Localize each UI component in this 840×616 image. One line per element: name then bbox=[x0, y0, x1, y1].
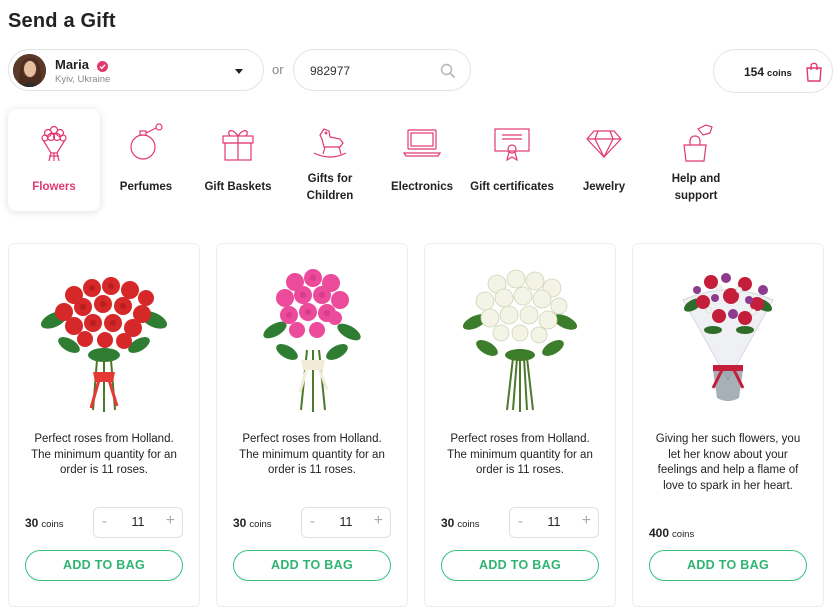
product-card: Perfect roses from Holland. The minimum … bbox=[424, 243, 616, 607]
coins-amount: 154 bbox=[744, 65, 765, 79]
help-bag-icon bbox=[683, 124, 713, 162]
category-label-line2: support bbox=[674, 190, 718, 202]
perfume-icon bbox=[130, 123, 163, 160]
recipient-select[interactable]: Maria Kyiv, Ukraine bbox=[8, 49, 264, 91]
product-description-line: feelings and help a flame of bbox=[657, 464, 799, 476]
page-title: Send a Gift bbox=[8, 10, 116, 32]
product-description-line: Perfect roses from Holland. bbox=[242, 433, 382, 445]
certificate-icon bbox=[494, 128, 530, 162]
category-label-line2: Children bbox=[306, 190, 354, 202]
product-description-line: Giving her such flowers, you bbox=[655, 433, 801, 445]
id-search-field[interactable] bbox=[293, 49, 471, 91]
category-electronics[interactable]: Electronics bbox=[376, 109, 468, 211]
category-label: Perfumes bbox=[119, 181, 173, 193]
category-label-line1: Gifts for bbox=[307, 173, 353, 185]
red-roses-bouquet-image bbox=[40, 277, 168, 412]
product-price: 30 coins bbox=[233, 516, 272, 530]
category-label: Gift certificates bbox=[470, 181, 554, 193]
increment-button[interactable]: + bbox=[582, 512, 591, 530]
quantity-stepper: - 11 + bbox=[509, 507, 599, 538]
category-label: Jewelry bbox=[582, 181, 626, 193]
product-card: Giving her such flowers, you let her kno… bbox=[632, 243, 824, 607]
or-separator: or bbox=[272, 62, 284, 77]
gift-box-icon bbox=[222, 130, 254, 161]
price-unit: coins bbox=[672, 529, 695, 540]
price-value: 30 bbox=[25, 516, 39, 530]
quantity-stepper: - 11 + bbox=[301, 507, 391, 538]
add-to-bag-button[interactable]: ADD TO BAG bbox=[25, 550, 183, 581]
product-description-line: The minimum quantity for an bbox=[239, 448, 385, 461]
product-description: Perfect roses from Holland. The minimum … bbox=[227, 432, 397, 479]
add-to-bag-button[interactable]: ADD TO BAG bbox=[649, 550, 807, 581]
chevron-down-icon[interactable] bbox=[235, 69, 243, 74]
product-description: Perfect roses from Holland. The minimum … bbox=[19, 432, 189, 479]
price-unit: coins bbox=[41, 519, 64, 530]
category-label: Flowers bbox=[32, 181, 76, 193]
coins-unit: coins bbox=[767, 68, 792, 79]
recipient-name: Maria bbox=[55, 57, 89, 72]
product-description-line: order is 11 roses. bbox=[476, 464, 564, 476]
verified-heart-icon bbox=[97, 59, 108, 72]
product-price: 30 coins bbox=[25, 516, 64, 530]
product-price: 400 coins bbox=[649, 526, 694, 540]
product-description-line: order is 11 roses. bbox=[268, 464, 356, 476]
product-description-line: Perfect roses from Holland. bbox=[450, 433, 590, 445]
category-help-and-support[interactable]: Help and support bbox=[650, 109, 742, 211]
add-to-bag-button[interactable]: ADD TO BAG bbox=[441, 550, 599, 581]
search-icon[interactable] bbox=[440, 63, 456, 79]
category-label: Gift Baskets bbox=[204, 181, 272, 193]
mixed-flowers-bouquet-image bbox=[682, 273, 774, 401]
product-description-line: The minimum quantity for an bbox=[447, 448, 593, 461]
add-to-bag-button[interactable]: ADD TO BAG bbox=[233, 550, 391, 581]
product-description-line: let her know about your bbox=[668, 448, 788, 461]
price-value: 400 bbox=[649, 526, 670, 540]
product-description: Giving her such flowers, you let her kno… bbox=[643, 432, 813, 494]
price-unit: coins bbox=[249, 519, 272, 530]
id-search-input[interactable] bbox=[310, 62, 430, 80]
product-description-line: Perfect roses from Holland. bbox=[34, 433, 174, 445]
increment-button[interactable]: + bbox=[166, 512, 175, 530]
avatar bbox=[13, 54, 46, 87]
diamond-icon bbox=[586, 130, 622, 159]
quantity-stepper: - 11 + bbox=[93, 507, 183, 538]
price-unit: coins bbox=[457, 519, 480, 530]
increment-button[interactable]: + bbox=[374, 512, 383, 530]
category-flowers[interactable]: Flowers bbox=[8, 109, 100, 211]
coins-wallet[interactable]: 154 coins bbox=[713, 49, 833, 93]
product-card: Perfect roses from Holland. The minimum … bbox=[8, 243, 200, 607]
category-gift-baskets[interactable]: Gift Baskets bbox=[192, 109, 284, 211]
white-roses-bouquet-image bbox=[462, 269, 578, 412]
product-price: 30 coins bbox=[441, 516, 480, 530]
shopping-bag-icon[interactable] bbox=[805, 62, 823, 82]
product-card: Perfect roses from Holland. The minimum … bbox=[216, 243, 408, 607]
price-value: 30 bbox=[233, 516, 247, 530]
product-description-line: order is 11 roses. bbox=[60, 464, 148, 476]
category-gift-certificates[interactable]: Gift certificates bbox=[466, 109, 558, 211]
coins-balance: 154 coins bbox=[744, 65, 792, 79]
category-jewelry[interactable]: Jewelry bbox=[558, 109, 650, 211]
pink-roses-bouquet-image bbox=[263, 269, 361, 412]
product-description-line: love to spark in her heart. bbox=[663, 479, 793, 492]
rocking-horse-icon bbox=[313, 128, 347, 158]
laptop-icon bbox=[402, 129, 442, 157]
product-description: Perfect roses from Holland. The minimum … bbox=[435, 432, 605, 479]
category-label-line1: Help and bbox=[671, 173, 721, 185]
category-perfumes[interactable]: Perfumes bbox=[100, 109, 192, 211]
price-value: 30 bbox=[441, 516, 455, 530]
flowers-icon bbox=[41, 125, 67, 162]
product-description-line: The minimum quantity for an bbox=[31, 448, 177, 461]
category-label: Electronics bbox=[391, 181, 453, 193]
recipient-location: Kyiv, Ukraine bbox=[55, 74, 111, 85]
category-gifts-for-children[interactable]: Gifts for Children bbox=[284, 109, 376, 211]
